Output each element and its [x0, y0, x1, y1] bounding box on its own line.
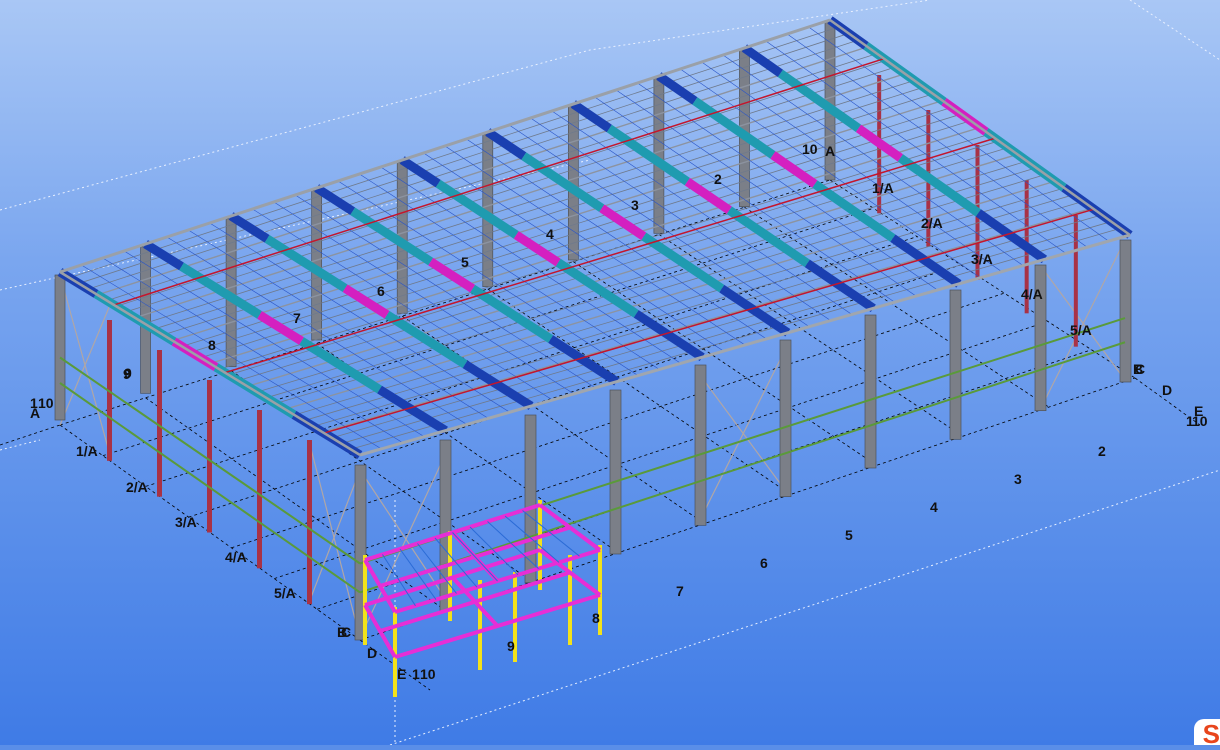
column: [779, 339, 792, 498]
svg-text:C: C: [1135, 361, 1145, 377]
svg-text:3: 3: [1014, 471, 1022, 487]
svg-text:5/A: 5/A: [1070, 322, 1092, 338]
svg-text:8: 8: [592, 610, 600, 626]
svg-text:4: 4: [930, 499, 938, 515]
svg-text:10: 10: [38, 395, 54, 411]
svg-text:2: 2: [714, 171, 722, 187]
column: [949, 289, 962, 440]
svg-text:2/A: 2/A: [921, 215, 943, 231]
svg-text:D: D: [367, 645, 377, 661]
gable-column: [207, 380, 212, 533]
column: [694, 364, 707, 526]
gable-column: [157, 350, 162, 497]
svg-text:8: 8: [208, 337, 216, 353]
gable-column: [307, 440, 312, 605]
svg-text:5/A: 5/A: [274, 585, 296, 601]
svg-text:3: 3: [631, 197, 639, 213]
mezzanine-column: [363, 555, 367, 645]
3d-model-viewport[interactable]: 10 A 2 3 4 5 6 7 8 9 1/A 2/A 3/A 4/A 5/A…: [0, 0, 1220, 746]
svg-text:C: C: [341, 624, 351, 640]
svg-text:6: 6: [760, 555, 768, 571]
mezzanine-column: [478, 580, 482, 670]
mezzanine-column: [568, 555, 572, 645]
svg-text:3/A: 3/A: [971, 251, 993, 267]
svg-text:E: E: [397, 666, 406, 682]
svg-text:3/A: 3/A: [175, 514, 197, 530]
svg-text:A: A: [30, 405, 40, 421]
svg-text:10: 10: [1192, 413, 1208, 429]
gable-column: [257, 410, 262, 569]
tekla-logo-icon: S: [1194, 719, 1220, 745]
column: [1119, 239, 1132, 383]
svg-text:9: 9: [123, 366, 131, 382]
svg-text:4: 4: [546, 226, 554, 242]
svg-text:7: 7: [293, 310, 301, 326]
svg-text:4/A: 4/A: [1021, 286, 1043, 302]
svg-text:2: 2: [1098, 443, 1106, 459]
svg-text:4/A: 4/A: [225, 549, 247, 565]
svg-text:7: 7: [676, 583, 684, 599]
svg-text:A: A: [825, 143, 835, 159]
svg-text:6: 6: [377, 283, 385, 299]
svg-text:1: 1: [412, 666, 420, 682]
svg-text:9: 9: [507, 638, 515, 654]
svg-text:5: 5: [461, 254, 469, 270]
model-view[interactable]: 10 A 2 3 4 5 6 7 8 9 1/A 2/A 3/A 4/A 5/A…: [0, 0, 1220, 746]
column: [864, 314, 877, 469]
svg-text:1/A: 1/A: [76, 443, 98, 459]
column: [609, 389, 622, 555]
svg-text:1/A: 1/A: [872, 180, 894, 196]
svg-text:2/A: 2/A: [126, 479, 148, 495]
svg-text:10: 10: [802, 141, 818, 157]
svg-text:10: 10: [420, 666, 436, 682]
svg-text:5: 5: [845, 527, 853, 543]
svg-text:D: D: [1162, 382, 1172, 398]
column: [54, 274, 66, 421]
